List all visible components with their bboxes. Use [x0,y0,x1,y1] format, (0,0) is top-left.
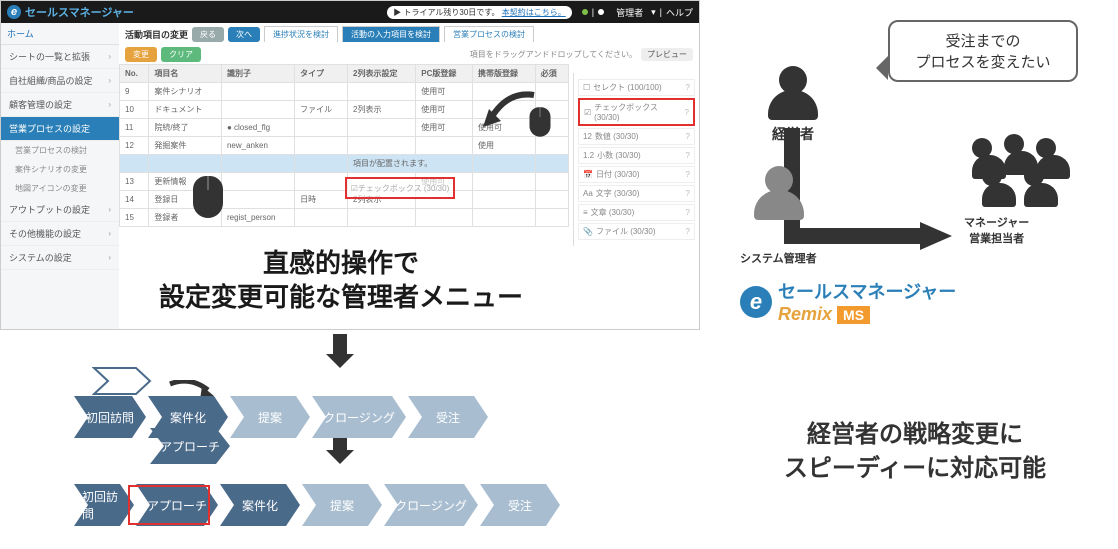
next-button[interactable]: 次へ [228,27,260,42]
table-row[interactable]: 12発掘案件new_anken使用 [120,137,569,155]
sidebar-item-system[interactable]: システムの設定› [1,246,119,270]
down-arrow-icon [326,450,354,478]
caption-overlay: 直感的操作で 設定変更可能な管理者メニュー [151,243,531,319]
home-link[interactable]: ホーム [1,23,119,45]
new-step-approach: アプローチ [150,428,230,464]
sidebar-sub-mapicons[interactable]: 地図アイコンの変更 [1,179,119,198]
palette-decimal[interactable]: 1.2小数 (30/30)? [578,147,695,164]
mouse-icon [193,176,223,218]
speech-bubble: 受注までの プロセスを変えたい [888,20,1078,82]
help-icon[interactable]: ? [685,108,689,117]
down-arrow-icon [326,354,354,382]
tab-progress[interactable]: 進捗状況を検討 [264,26,338,42]
palette-textarea[interactable]: ≡文章 (30/30)? [578,204,695,221]
help-icon[interactable]: ? [686,83,690,92]
palette-number[interactable]: 12数値 (30/30)? [578,128,695,145]
col-no: No. [120,65,149,83]
drag-hint: 項目をドラッグアンドドロップしてください。 [470,49,637,60]
col-name: 項目名 [149,65,222,83]
tab-sales-process[interactable]: 営業プロセスの検討 [444,26,534,42]
help-link[interactable]: ヘルプ [666,6,693,19]
table-row[interactable]: 14登録日日時2列表示 [120,191,569,209]
palette-date[interactable]: 📅日付 (30/30)? [578,166,695,183]
dot-icon [598,9,604,15]
field-type-palette: ☐セレクト (100/100)? ☑チェックボックス (30/30)? 12数値… [573,73,699,246]
admin-app-screenshot: e セールスマネージャー ▶ トライアル残り30日です。 本契約はこちら。 | … [0,0,700,330]
trial-link[interactable]: 本契約はこちら。 [502,8,566,17]
team-group-icon [960,134,1080,210]
col-type: タイプ [295,65,348,83]
product-logo: e セールスマネージャー [7,4,134,20]
sidebar-item-process[interactable]: 営業プロセスの設定 [1,117,119,141]
sidebar-item-customer[interactable]: 顧客管理の設定› [1,93,119,117]
help-icon[interactable]: ? [686,151,690,160]
palette-checkbox[interactable]: ☑チェックボックス (30/30)? [578,98,695,126]
trial-notice: ▶ トライアル残り30日です。 本契約はこちら。 [387,6,572,19]
preview-button[interactable]: プレビュー [641,48,693,61]
sidebar-sub-process-review[interactable]: 営業プロセスの検討 [1,141,119,160]
page-title: 活動項目の変更 [125,28,188,41]
col-pc: PC版登録 [416,65,473,83]
sysadmin-avatar [754,166,804,220]
highlight-ring [128,485,210,525]
dragging-checkbox-token[interactable]: ☑ チェックボックス (30/30) [345,177,455,199]
col-two: 2列表示設定 [348,65,416,83]
sidebar-item-other[interactable]: その他機能の設定› [1,222,119,246]
col-ident: 識別子 [221,65,294,83]
table-row[interactable]: 13更新情報使用可 [120,173,569,191]
palette-file[interactable]: 📎ファイル (30/30)? [578,223,695,240]
sidebar-item-org[interactable]: 自社組織/商品の設定› [1,69,119,93]
sidebar-nav: ホーム シートの一覧と拡張› 自社組織/商品の設定› 顧客管理の設定› 営業プロ… [1,23,119,329]
sidebar-item-output[interactable]: アウトプットの設定› [1,198,119,222]
help-icon[interactable]: ? [686,170,690,179]
sidebar-item-sheets[interactable]: シートの一覧と拡張› [1,45,119,69]
app-header: e セールスマネージャー ▶ トライアル残り30日です。 本契約はこちら。 | … [1,1,699,23]
process-flow-before: 初回訪問 案件化 提案 クロージング 受注 [74,396,488,438]
vbar-icon: | [592,7,594,17]
tab-input-items[interactable]: 活動の入力項目を検討 [342,26,440,42]
col-mb: 携帯版登録 [472,65,535,83]
palette-text[interactable]: Aa文字 (30/30)? [578,185,695,202]
manager-label: マネージャー 営業担当者 [964,214,1029,246]
current-user[interactable]: 管理者 [616,6,643,19]
status-indicator-icon [582,9,588,15]
start-shape-icon [92,366,152,396]
back-button[interactable]: 戻る [192,27,224,42]
help-icon[interactable]: ? [686,208,690,217]
change-button[interactable]: 変更 [125,47,157,62]
sidebar-sub-scenario[interactable]: 案件シナリオの変更 [1,160,119,179]
clear-button[interactable]: クリア [161,47,201,62]
drag-arrow-icon [479,87,539,137]
palette-select[interactable]: ☐セレクト (100/100)? [578,79,695,96]
main-message: 経営者の戦略変更に スピーディーに対応可能 [730,418,1100,485]
col-req: 必須 [535,65,568,83]
help-icon[interactable]: ? [686,132,690,141]
esales-brand-logo: e セールスマネージャー Remix MS [740,278,956,325]
help-icon[interactable]: ? [686,189,690,198]
table-row[interactable]: 15登録者regist_person [120,209,569,227]
sysadmin-label: システム管理者 [740,250,817,266]
help-icon[interactable]: ? [686,227,690,236]
table-row-drop-target[interactable]: 項目が配置されます。 [120,155,569,173]
